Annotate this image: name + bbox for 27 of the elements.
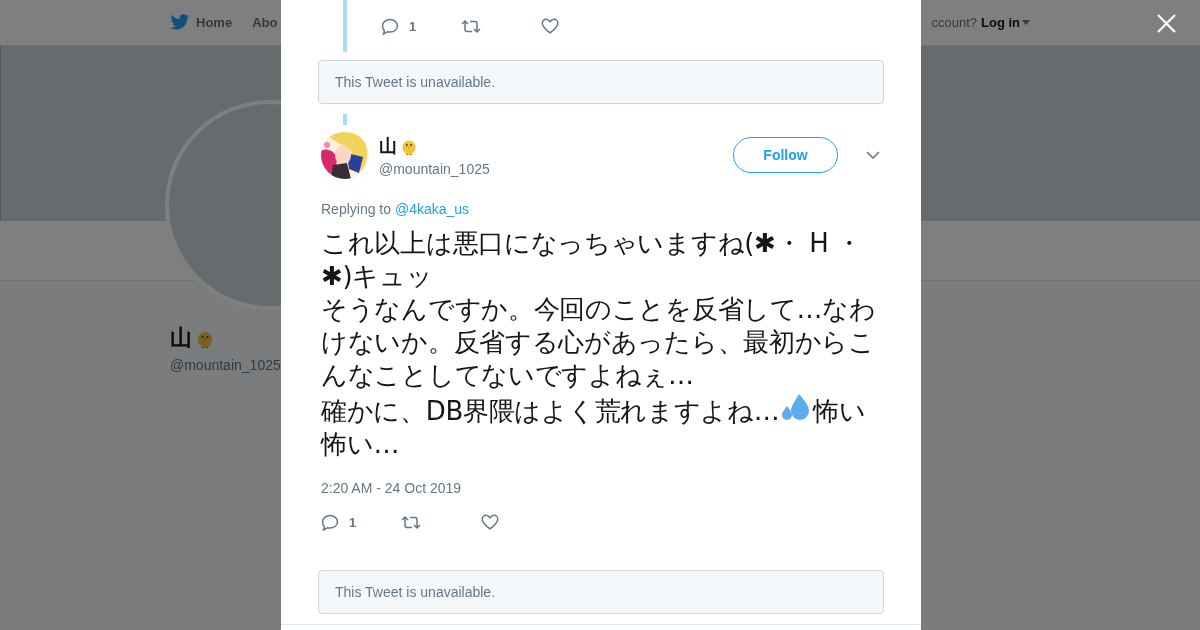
profile-handle: @mountain_1025 [170, 357, 282, 373]
retweet-icon[interactable] [461, 18, 481, 34]
tweet-text: これ以上は悪口になっちゃいますね(✱・ H ・✱)キュッ そうなんですか。今回のことを反省して…なわけないか。反省する心があったら、最初からこんなことしてないですよねぇ… 確かに、DB界隈はよく荒れますよね… 怖い怖い… [321, 227, 877, 461]
bird-icon [170, 14, 190, 31]
follow-button[interactable]: Follow [733, 137, 838, 173]
author-handle: @mountain_1025 [379, 160, 490, 177]
reply-count: 1 [349, 514, 357, 530]
caret-icon [1022, 20, 1030, 25]
chevron-down-icon[interactable] [866, 151, 880, 159]
unavailable-notice: This Tweet is unavailable. [318, 60, 884, 104]
reply-count: 1 [409, 18, 417, 34]
login-button[interactable]: Log in [981, 15, 1030, 30]
author-name: 山 [379, 134, 397, 158]
account-prompt: ccount? [931, 15, 977, 30]
reply-icon[interactable] [381, 17, 399, 35]
reply-icon[interactable] [321, 513, 339, 531]
heart-icon[interactable] [481, 514, 499, 530]
heart-icon[interactable] [541, 18, 559, 34]
close-icon[interactable] [1157, 14, 1176, 33]
nav-link[interactable]: Home [196, 15, 233, 30]
nav-link[interactable]: Abo [252, 15, 278, 30]
profile-name: 山 [170, 324, 192, 352]
retweet-icon[interactable] [401, 514, 421, 530]
replying-to-text: Replying to @4kaka_us [321, 201, 471, 217]
mention-link[interactable]: @4kaka_us [394, 201, 470, 217]
tweet-timestamp: 2:20 AM - 24 Oct 2019 [321, 480, 463, 496]
unavailable-notice: This Tweet is unavailable. [318, 570, 884, 614]
